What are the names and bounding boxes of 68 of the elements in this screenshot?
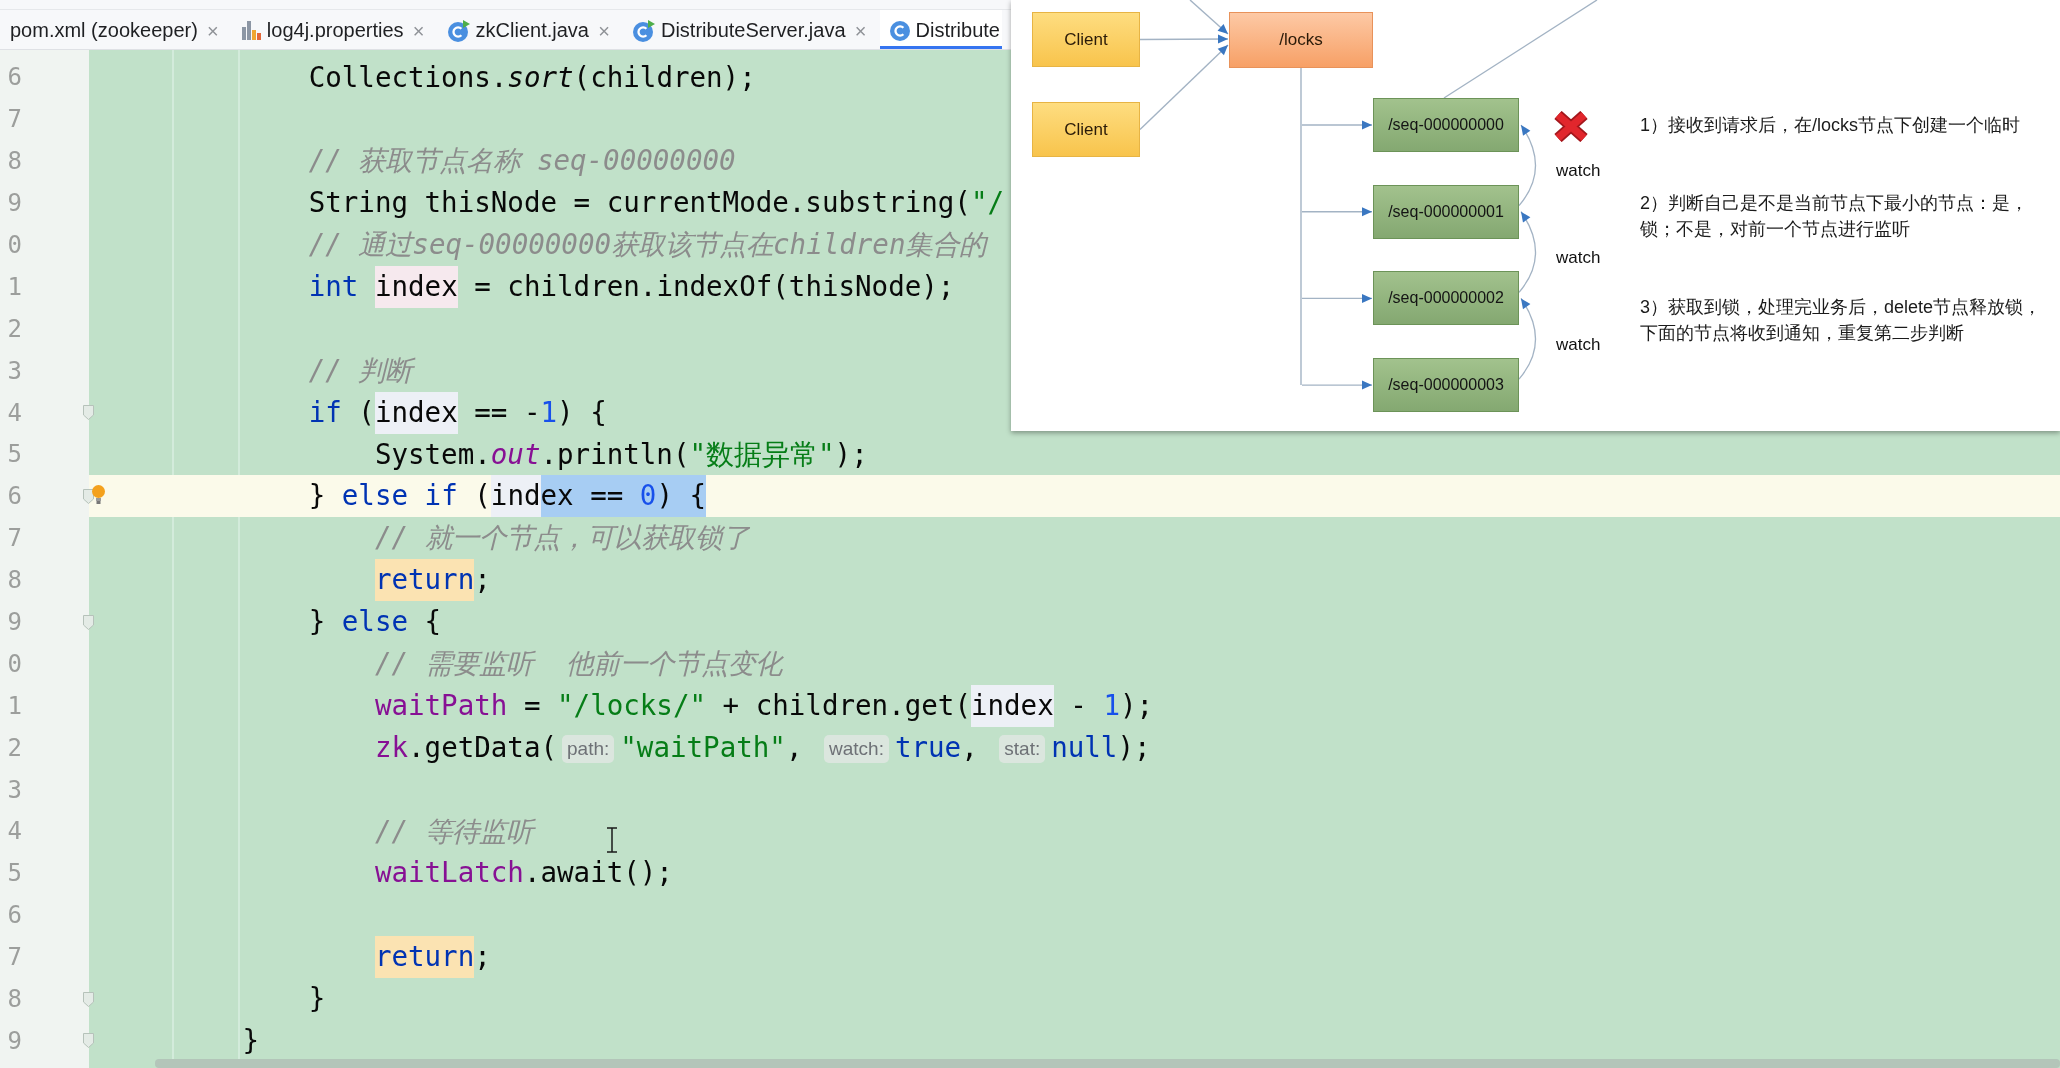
code-line: waitPath = "/locks/" + children.get(index - 1); [374,684,1154,727]
sequence-node: /seq-000000000 [1373,98,1519,152]
connector-arrow [1301,380,1373,390]
line-number: 8 [6,146,22,177]
line-number: 4 [6,816,22,847]
line-number: 2 [6,732,22,763]
class-icon [633,19,655,42]
code-line: // 就一个节点，可以获取锁了 [374,520,749,556]
root-node: /locks [1229,12,1373,68]
code-line: // 获取节点名称 seq-00000000 [308,143,736,179]
line-number: 6 [6,900,22,931]
line-number: 1 [6,271,22,302]
step-text: 2）判断自己是不是当前节点下最小的节点：是， 锁；不是，对前一个节点进行监听 [1640,192,2028,241]
line-number: 9 [6,607,22,637]
editor-tab[interactable]: DistributeServer.java × [623,10,880,49]
text-cursor-icon [606,827,618,853]
line-number: 9 [6,1025,22,1056]
line-number: 0 [6,230,22,260]
code-line: } [308,981,326,1017]
code-line: System.out.println("数据异常"); [374,436,868,472]
line-number: 5 [6,439,22,470]
code-line: int index = children.indexOf(thisNode); [308,265,955,308]
line-number: 3 [6,355,22,386]
sequence-node: /seq-000000001 [1373,184,1519,239]
scrollbar-thumb[interactable] [155,1059,2060,1068]
class-icon [447,19,470,42]
line-number: 6 [6,481,22,512]
line-number: 9 [6,188,22,219]
class-icon [889,20,910,41]
code-line: Collections.sort(children); [308,59,756,95]
code-line: zk.getData( path: "waitPath", watch: true, stat: null); [374,729,1151,765]
step-text: 1）接收到请求后，在/locks节点下创建一个临时 [1640,114,2021,137]
code-line: } [242,1023,259,1058]
code-line: // 通过seq-00000000获取该节点在children集合的 [308,227,987,263]
code-line: waitLatch.await(); [374,855,673,891]
client-node: Client [1032,102,1140,157]
line-number: 2 [6,313,22,344]
code-line: if (index == -1) { [308,391,607,434]
client-node: Client [1032,12,1140,67]
arrow-label: watch [1556,247,1601,270]
line-number: 8 [6,984,22,1015]
arrow-label: watch [1556,160,1601,183]
line-number: 7 [6,523,22,554]
line-number: 0 [6,648,22,679]
connector-arrow [1301,207,1373,217]
step-text: 3）获取到锁，处理完业务后，delete节点释放锁， 下面的节点将收到通知，重复第二步判断 [1640,296,2042,345]
editor-tab[interactable]: log4j.properties × [231,10,438,49]
line-number: 5 [6,858,22,889]
code-line: } else { [308,604,442,640]
editor-tab[interactable]: pom.xml (zookeeper) × [0,10,232,49]
connector-arrow [1301,293,1373,303]
line-number: 1 [6,690,22,721]
code-line: } else if (index == 0) { [308,475,707,518]
connector-arrow [1301,120,1373,130]
code-line: // 需要监听 他前一个节点变化 [374,645,782,681]
line-number: 7 [6,104,22,135]
sequence-node: /seq-000000003 [1373,358,1519,413]
line-number: 6 [6,62,22,93]
editor-tab[interactable]: zkClient.java × [437,10,623,49]
line-number: 3 [6,774,22,805]
sequence-node: /seq-000000002 [1373,271,1519,326]
bar-chart-icon [241,21,261,40]
editor-tab[interactable]: Distribute [879,10,1002,49]
line-number: 7 [6,942,22,973]
arrow-label: watch [1556,333,1601,356]
code-line: String thisNode = currentMode.substring("/ [308,185,1005,221]
line-number: 8 [6,565,22,596]
line-number: 4 [6,397,22,428]
